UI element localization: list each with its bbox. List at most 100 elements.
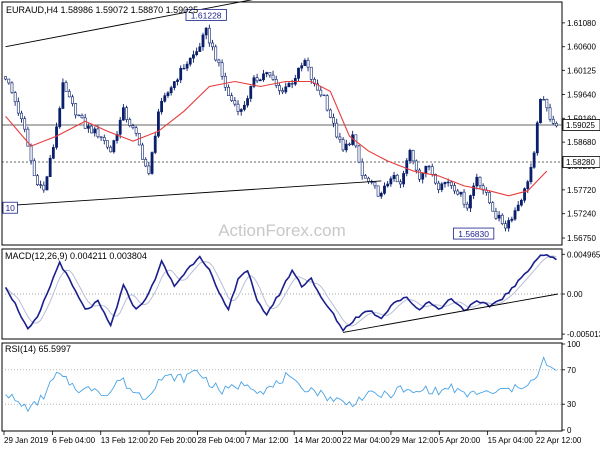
candle-body [141,144,144,160]
candle-body [77,114,81,117]
candle-body [23,118,27,130]
rsi-pane-title: RSI(14) 65.5997 [5,344,71,354]
candle-body [169,87,173,94]
candle-body [118,119,122,135]
candle-body [211,42,214,48]
candle-body [290,83,294,85]
rsi-tick-label: 0 [567,426,572,435]
candle-body [548,107,552,120]
candle-body [36,175,39,186]
candle-body [262,73,265,81]
rsi-axis: 100 70 30 0 [562,340,581,435]
candle-body [504,223,507,229]
candle-body [510,218,514,221]
time-tick-label: 14 Mar 20:00 [294,436,342,445]
candle-body [198,46,202,52]
candle-body [4,76,7,80]
candle-body [125,107,128,120]
candle-body [338,136,342,140]
candle-body [121,107,125,121]
candle-body [51,147,55,159]
candle-body [414,160,418,171]
candle-body [265,72,269,75]
time-tick-label: 20 Feb 20:00 [149,436,197,445]
candle-body [45,176,49,191]
candle-body [319,89,323,96]
candle-body [475,176,479,187]
candle-body [437,182,441,190]
candle-body [207,27,211,44]
candle-body [469,195,472,209]
candle-body [274,79,278,86]
candle-body [344,143,348,151]
candle-body [239,109,243,112]
candle-body [287,83,291,88]
candle-body [297,67,300,79]
candle-body [478,176,482,187]
macd-tick-label: 0.00 [567,290,583,299]
candle-body [58,108,62,128]
candle-body [179,68,183,81]
candle-body [61,82,65,109]
candle-body [109,146,113,153]
candle-body [195,51,199,55]
candle-body [427,165,431,168]
time-tick-label: 28 Feb 04:00 [197,436,245,445]
candle-body [48,157,52,178]
candle-body [449,181,453,186]
time-tick-label: 29 Jan 2019 [4,436,49,445]
candle-body [300,65,304,69]
candle-body [255,77,259,82]
candle-body [459,191,463,195]
watermark: ActionForex.com [218,221,346,240]
candle-body [233,100,237,105]
candle-body [526,181,530,189]
candle-body [160,100,164,113]
candle-body [335,122,339,138]
candle-body [507,220,511,229]
candle-body [376,185,380,197]
candle-body [55,126,58,148]
candle-body [545,99,549,109]
candle-body [153,135,157,153]
candle-body [519,199,523,206]
candle-body [204,27,208,36]
candle-body [223,75,227,88]
candle-body [488,192,491,204]
candle-body [421,173,425,180]
candle-body [258,79,262,82]
candle-body [64,82,68,92]
candle-body [430,166,434,175]
candle-body [516,204,520,211]
time-tick-label: 13 Feb 12:00 [101,436,149,445]
price-level-label-1: 1.59025 [566,121,595,130]
rsi-tick-label: 100 [567,340,581,349]
candle-body [236,103,240,112]
candle-body [93,128,97,134]
candle-body [201,34,205,48]
rsi-pane-frame [1,342,563,432]
candle-body [284,86,288,93]
annotation-label-2: 10 [5,203,15,213]
candle-body [494,210,498,219]
candle-body [42,184,46,191]
candle-body [16,101,20,114]
candle-body [418,169,421,180]
candle-body [424,165,428,174]
candle-body [386,183,390,187]
candle-body [278,85,281,91]
candle-body [379,192,383,197]
price-tick-label: 1.57240 [567,210,596,219]
candle-body [500,214,504,224]
candle-body [83,117,87,129]
candle-body [134,127,138,134]
time-tick-label: 5 Apr 20:00 [439,436,480,445]
candle-body [383,185,386,194]
candle-body [163,95,167,102]
candle-body [227,86,230,96]
candle-body [348,143,351,146]
candle-body [144,159,148,167]
price-tick-label: 1.61080 [567,19,596,28]
candle-body [325,95,329,111]
macd-tick-label: 0.004965 [567,250,600,259]
